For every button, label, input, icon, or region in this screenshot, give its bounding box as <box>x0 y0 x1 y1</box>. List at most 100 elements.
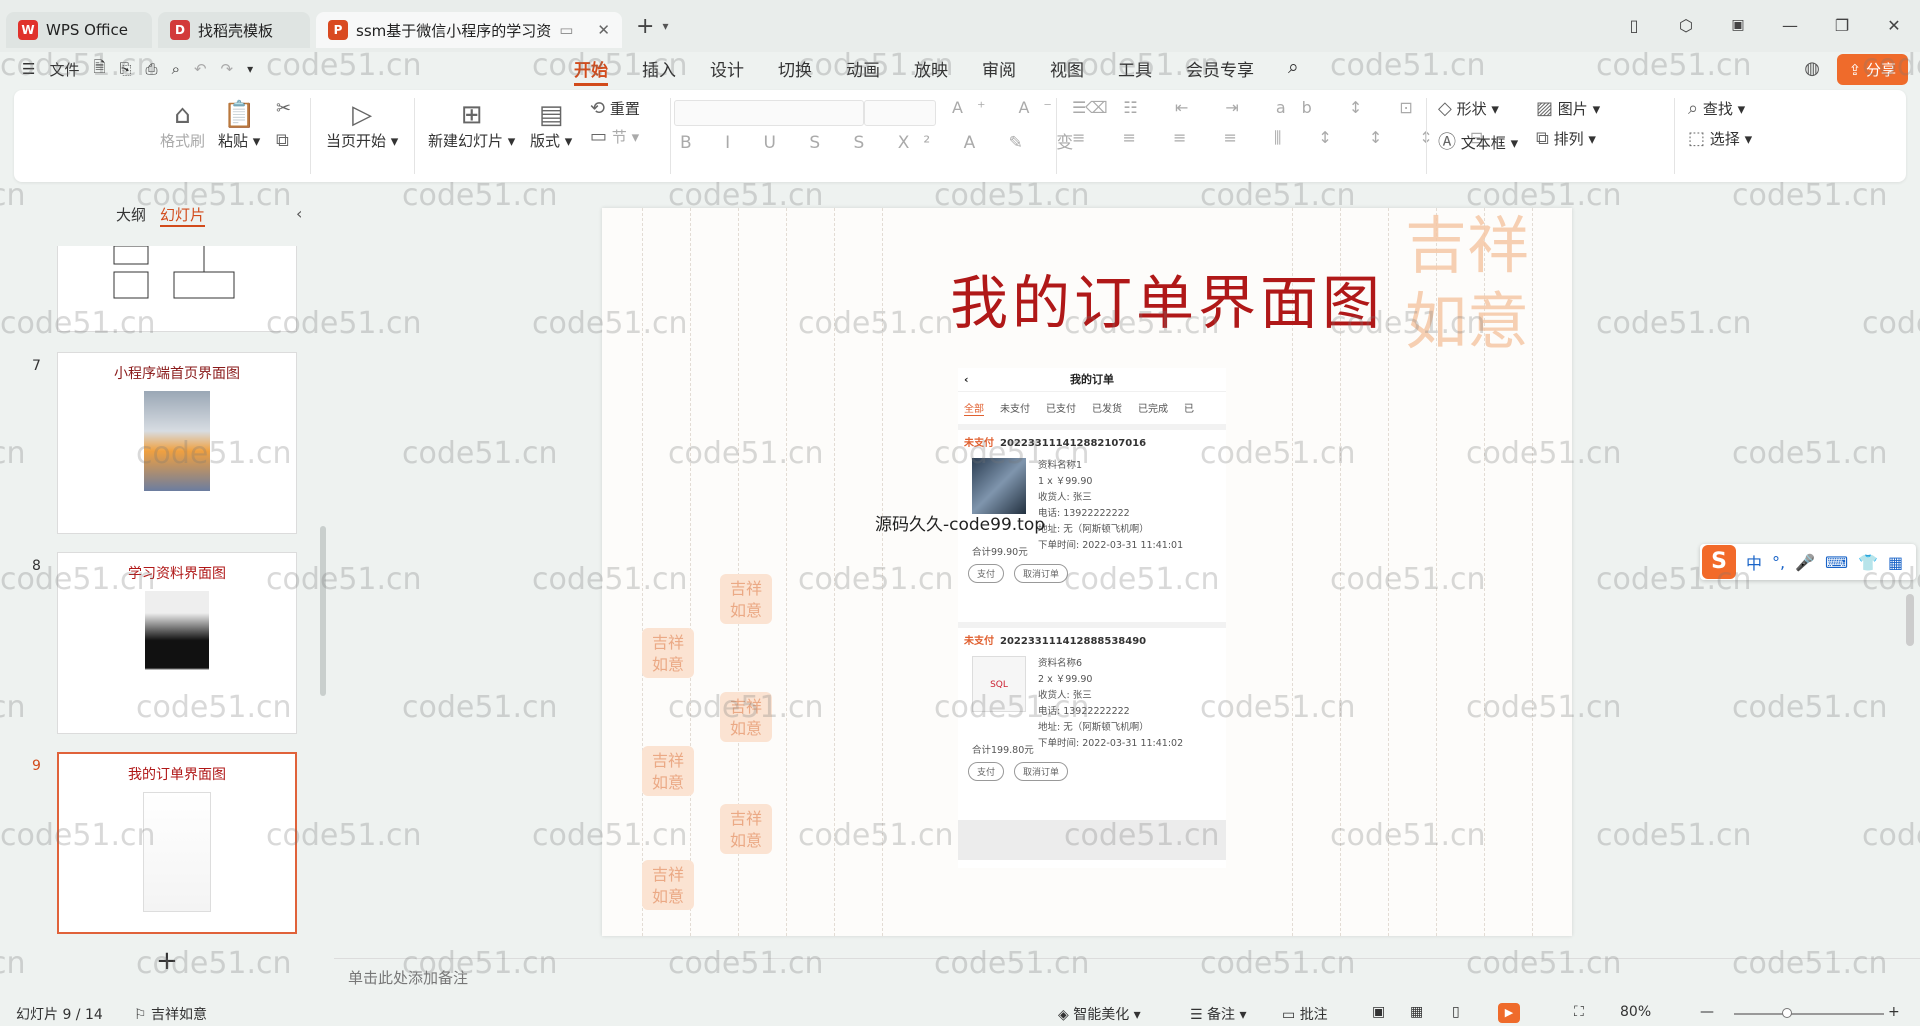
slide-thumbnail-6[interactable] <box>57 246 297 332</box>
zoom-slider[interactable] <box>1734 1013 1884 1015</box>
cube-icon[interactable]: ⬡ <box>1660 16 1712 35</box>
zoom-level[interactable]: 80% <box>1620 1004 1651 1020</box>
print-preview-icon[interactable]: ⌕ <box>172 60 180 78</box>
fit-window-icon[interactable]: ⛶ <box>1574 1004 1584 1020</box>
zoom-slider-handle[interactable] <box>1782 1008 1792 1018</box>
section-button[interactable]: ▭ 节 ▾ <box>590 126 639 147</box>
hamburger-icon[interactable]: ☰ <box>22 60 35 78</box>
chevron-down-icon[interactable]: ▾ <box>247 62 253 76</box>
presentation-logo-icon: P <box>328 20 348 40</box>
punctuation-icon[interactable]: °, <box>1772 553 1785 572</box>
picture-button[interactable]: ▨ 图片 ▾ <box>1536 98 1600 119</box>
font-size-select[interactable] <box>864 100 936 126</box>
overlay-text[interactable]: 源码久久-code99.top <box>875 510 1045 535</box>
arrange-icon: ⧉ <box>1536 128 1549 149</box>
watermark-text: code51.cn <box>1596 818 1752 853</box>
sogou-logo-icon[interactable]: S <box>1702 545 1736 579</box>
zoom-out-button[interactable]: — <box>1700 1004 1714 1020</box>
cut-button[interactable]: ✂ <box>276 98 291 119</box>
theme-name[interactable]: ⚐ 吉祥如意 <box>134 1004 207 1024</box>
tab-presentation[interactable]: P ssm基于微信小程序的学习资 ▭ ✕ <box>316 12 622 48</box>
skin-icon[interactable]: 👕 <box>1858 553 1878 572</box>
notes-placeholder[interactable]: 单击此处添加备注 <box>348 967 468 988</box>
maximize-button[interactable]: ❐ <box>1816 16 1868 35</box>
scrollbar-thumb[interactable] <box>1906 594 1914 646</box>
keyboard-icon[interactable]: ⌨ <box>1825 553 1848 572</box>
docer-logo-icon: D <box>170 20 190 40</box>
ime-mode[interactable]: 中 <box>1746 550 1762 574</box>
select-button[interactable]: ⬚ 选择 ▾ <box>1688 128 1752 149</box>
microphone-icon[interactable]: 🎤 <box>1795 553 1815 572</box>
redo-icon[interactable]: ↷ <box>221 60 234 78</box>
slide-sorter-icon[interactable]: ▦ <box>1410 1004 1423 1020</box>
beautify-button[interactable]: ◈ 智能美化 ▾ <box>1058 1004 1141 1024</box>
font-family-select[interactable] <box>674 100 864 126</box>
slide-canvas[interactable]: 吉祥 如意 我的订单界面图 吉祥 如意 吉祥 如意 吉祥 如意 吉祥 如意 吉祥 如意 吉祥… <box>602 208 1572 936</box>
order-tab: 已发货 <box>1092 404 1122 415</box>
copy-button[interactable]: ⧉ <box>276 130 289 151</box>
slide-thumbnail-9[interactable]: 我的订单界面图 <box>57 752 297 934</box>
layout-label: 版式 <box>530 132 561 150</box>
arrange-button[interactable]: ⧉ 排列 ▾ <box>1536 128 1596 149</box>
reset-button[interactable]: ⟲ 重置 <box>590 98 640 119</box>
notes-pane[interactable]: 单击此处添加备注 <box>334 958 1920 994</box>
tab-insert[interactable]: 插入 <box>642 56 676 86</box>
close-tab-icon[interactable]: ✕ <box>597 21 610 39</box>
textbox-button[interactable]: Ⓐ 文本框 ▾ <box>1438 128 1518 154</box>
share-button[interactable]: ⇪ 分享 <box>1836 54 1908 85</box>
tab-tools[interactable]: 工具 <box>1118 56 1152 86</box>
slide-thumbnail-8[interactable]: 学习资料界面图 <box>57 552 297 734</box>
thumbnail-image <box>145 591 209 701</box>
close-window-button[interactable]: ✕ <box>1868 16 1920 35</box>
comment-icon[interactable]: ◍ <box>1804 58 1820 79</box>
tab-docer-templates[interactable]: D 找稻壳模板 <box>158 12 310 48</box>
file-menu[interactable]: 文件 <box>49 59 79 80</box>
slide-thumbnail-7[interactable]: 小程序端首页界面图 <box>57 352 297 534</box>
reading-view-icon[interactable]: ▯ <box>1452 1004 1460 1020</box>
new-tab-button[interactable]: + <box>636 14 654 39</box>
new-slide-button[interactable]: ⊞ 新建幻灯片 ▾ <box>428 100 515 151</box>
order-page-screenshot[interactable]: ‹ 我的订单 全部 未支付 已支付 已发货 已完成 已 未支付 202233111… <box>958 368 1226 868</box>
play-current-button[interactable]: ▷ 当页开始 ▾ <box>326 100 398 151</box>
print-icon[interactable]: ⎙ <box>146 60 158 78</box>
add-slide-button[interactable]: + <box>156 946 178 976</box>
export-icon[interactable]: ⎘ <box>120 60 132 78</box>
tab-design[interactable]: 设计 <box>710 56 744 86</box>
tab-member[interactable]: 会员专享 <box>1186 56 1254 86</box>
layout-button[interactable]: ▤ 版式 ▾ <box>530 100 572 151</box>
paste-button[interactable]: 📋 粘贴 ▾ <box>218 100 260 151</box>
tab-wps-office[interactable]: W WPS Office <box>6 12 152 48</box>
tab-slides[interactable]: 幻灯片 <box>160 204 206 227</box>
collapse-panel-icon[interactable]: ‹ <box>296 204 302 223</box>
play-slideshow-button[interactable]: ▶ <box>1498 1003 1520 1023</box>
tab-animations[interactable]: 动画 <box>846 56 880 86</box>
tab-outline[interactable]: 大纲 <box>116 204 146 227</box>
layout-icon[interactable]: ▯ <box>1608 16 1660 35</box>
slide-title[interactable]: 我的订单界面图 <box>602 256 1572 340</box>
ime-toolbar[interactable]: S 中 °, 🎤 ⌨ 👕 ▦ <box>1700 544 1916 580</box>
tab-review[interactable]: 审阅 <box>982 56 1016 86</box>
tab-transitions[interactable]: 切换 <box>778 56 812 86</box>
comments-button[interactable]: ▭ 批注 <box>1282 1004 1328 1024</box>
zoom-in-button[interactable]: + <box>1888 1004 1900 1020</box>
tab-slideshow[interactable]: 放映 <box>914 56 948 86</box>
notes-button[interactable]: ☰ 备注 ▾ <box>1190 1004 1247 1024</box>
minimize-button[interactable]: — <box>1764 16 1816 35</box>
order-tab: 未支付 <box>1000 404 1030 415</box>
chevron-down-icon[interactable]: ▾ <box>662 19 668 33</box>
tab-home[interactable]: 开始 <box>574 56 608 86</box>
apps-icon[interactable]: ▦ <box>1888 553 1903 572</box>
tab-view[interactable]: 视图 <box>1050 56 1084 86</box>
shape-label: 形状 <box>1456 100 1487 118</box>
avatar[interactable]: ▣ <box>1712 17 1764 33</box>
find-button[interactable]: ⌕ 查找 ▾ <box>1688 98 1745 119</box>
normal-view-icon[interactable]: ▣ <box>1372 1004 1385 1020</box>
save-icon[interactable]: 🗎 <box>93 57 105 82</box>
panel-scrollbar[interactable] <box>320 526 326 696</box>
undo-icon[interactable]: ↶ <box>194 60 207 78</box>
theme-label: 吉祥如意 <box>151 1007 208 1023</box>
shape-button[interactable]: ◇ 形状 ▾ <box>1438 98 1499 119</box>
format-painter-button[interactable]: ⌂ 格式刷 <box>160 100 205 151</box>
search-icon[interactable]: ⌕ <box>1288 56 1299 86</box>
divider <box>1426 98 1427 174</box>
